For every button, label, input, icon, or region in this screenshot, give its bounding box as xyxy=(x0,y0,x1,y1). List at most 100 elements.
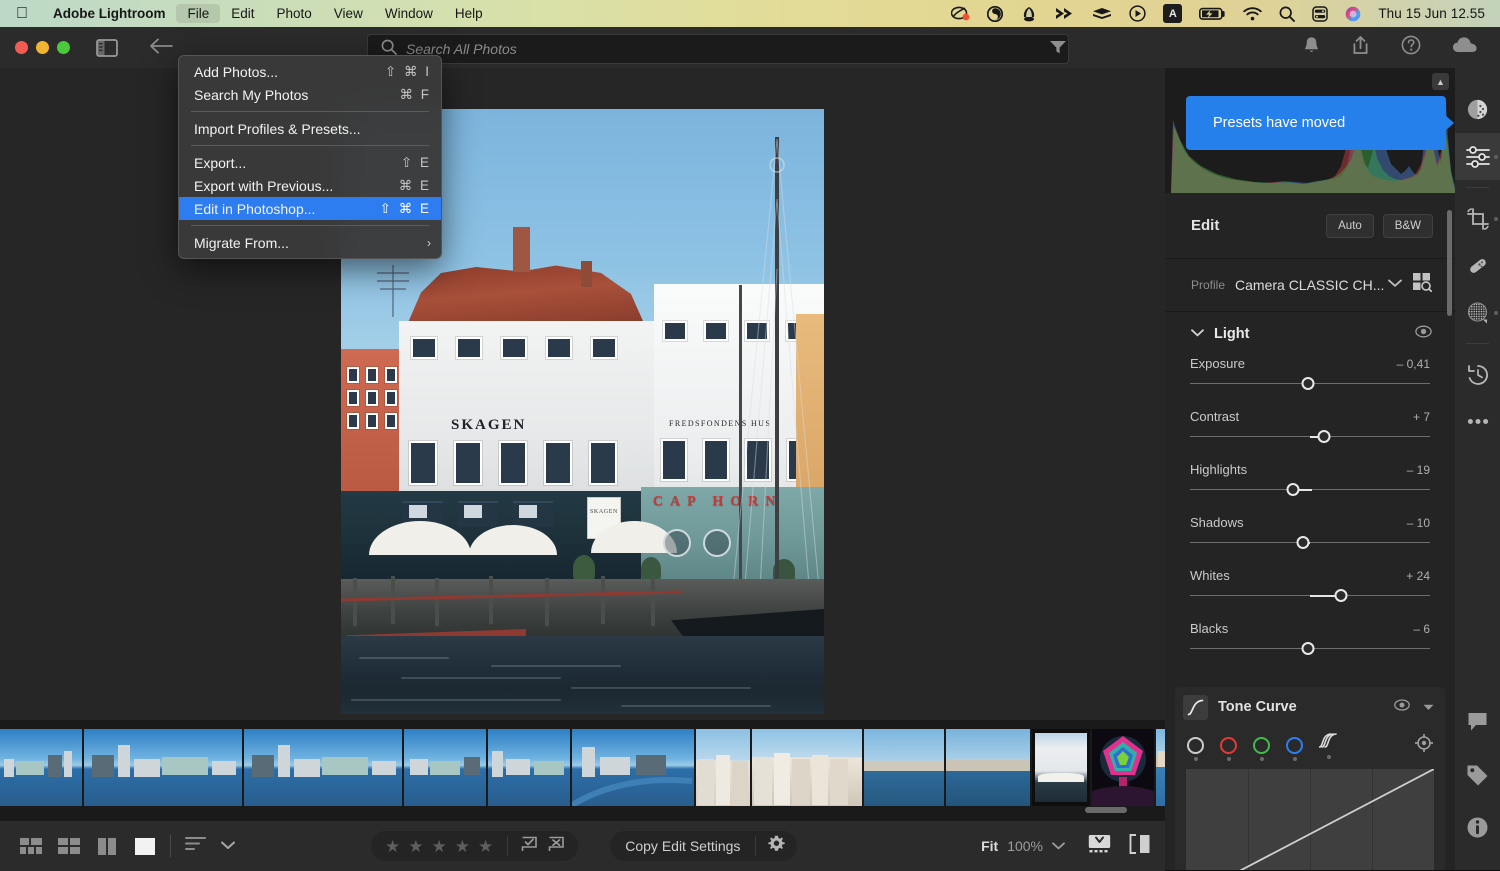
rating-stars[interactable]: ★ ★ ★ ★ ★ xyxy=(371,838,507,855)
slider-highlights[interactable]: Highlights– 19 xyxy=(1165,462,1455,496)
zoom-chevron-down-icon[interactable] xyxy=(1052,837,1065,855)
list-item[interactable] xyxy=(1156,729,1165,806)
alfred-icon[interactable]: A xyxy=(1163,4,1182,23)
sort-chevron-down-icon[interactable] xyxy=(221,837,235,855)
list-item[interactable] xyxy=(244,729,402,806)
before-after-icon[interactable] xyxy=(1129,834,1151,859)
slider-track[interactable] xyxy=(1190,536,1430,549)
menu-item-search-my-photos[interactable]: Search My Photos ⌘ F xyxy=(179,83,441,106)
slider-knob[interactable] xyxy=(1318,430,1331,443)
detail-view-icon[interactable] xyxy=(134,838,156,855)
menu-edit[interactable]: Edit xyxy=(220,4,265,23)
slider-contrast[interactable]: Contrast+ 7 xyxy=(1165,409,1455,443)
list-item[interactable] xyxy=(0,729,82,806)
crop-icon[interactable] xyxy=(1455,195,1500,242)
cloud-sync-icon[interactable] xyxy=(1452,36,1478,59)
profile-row[interactable]: Profile Camera CLASSIC CH... xyxy=(1165,258,1455,312)
visibility-eye-icon[interactable] xyxy=(1415,325,1432,343)
slider-knob[interactable] xyxy=(1335,589,1348,602)
close-button[interactable] xyxy=(15,41,28,54)
copy-edit-settings-button[interactable]: Copy Edit Settings xyxy=(610,838,755,854)
profile-chevron-down-icon[interactable] xyxy=(1388,279,1402,291)
filmstrip-scrollbar[interactable] xyxy=(1085,807,1127,813)
list-item[interactable] xyxy=(488,729,570,806)
bw-button[interactable]: B&W xyxy=(1383,214,1433,238)
siri-icon[interactable] xyxy=(1345,6,1361,22)
spotlight-search-icon[interactable] xyxy=(1279,6,1295,22)
dropbox-icon[interactable] xyxy=(987,6,1003,22)
minimize-button[interactable] xyxy=(36,41,49,54)
fastscripts-icon[interactable] xyxy=(1055,7,1075,20)
blue-channel-button[interactable] xyxy=(1286,737,1303,754)
slider-track[interactable] xyxy=(1190,430,1430,443)
file-menu-dropdown[interactable]: Add Photos... ⇧ ⌘ I Search My Photos ⌘ F… xyxy=(178,55,442,259)
profile-value[interactable]: Camera CLASSIC CH... xyxy=(1235,277,1384,293)
slider-track[interactable] xyxy=(1190,589,1430,602)
menu-window[interactable]: Window xyxy=(374,4,444,23)
auto-button[interactable]: Auto xyxy=(1326,214,1374,238)
list-item[interactable] xyxy=(1032,729,1090,806)
back-arrow-icon[interactable] xyxy=(148,37,174,59)
menu-app-name[interactable]: Adobe Lightroom xyxy=(42,4,176,23)
menu-bar-clock[interactable]: Thu 15 Jun 12.55 xyxy=(1378,6,1485,21)
help-icon[interactable] xyxy=(1401,35,1421,60)
collapse-histogram-button[interactable]: ▲ xyxy=(1432,73,1449,90)
red-channel-button[interactable] xyxy=(1220,737,1237,754)
list-item[interactable] xyxy=(404,729,486,806)
tone-curve-icon[interactable] xyxy=(1183,695,1208,720)
star-icon[interactable]: ★ xyxy=(385,838,400,855)
search-bar[interactable]: Search All Photos xyxy=(367,34,1069,64)
menu-item-import-profiles-presets[interactable]: Import Profiles & Presets... xyxy=(179,117,441,140)
list-item[interactable] xyxy=(84,729,242,806)
menu-item-add-photos[interactable]: Add Photos... ⇧ ⌘ I xyxy=(179,60,441,83)
apple-menu-icon[interactable]:  xyxy=(16,6,28,22)
star-icon[interactable]: ★ xyxy=(455,838,470,855)
presets-icon[interactable] xyxy=(1455,86,1500,133)
list-item[interactable] xyxy=(696,729,750,806)
slider-knob[interactable] xyxy=(1301,377,1314,390)
list-item[interactable] xyxy=(572,729,694,806)
slider-track[interactable] xyxy=(1190,642,1430,655)
tone-curve-header[interactable]: Tone Curve xyxy=(1175,687,1445,727)
flag-pick-icon[interactable] xyxy=(521,836,538,857)
filmstrip-toggle-icon[interactable] xyxy=(1088,834,1111,858)
slider-shadows[interactable]: Shadows– 10 xyxy=(1165,515,1455,549)
menu-photo[interactable]: Photo xyxy=(266,4,323,23)
maximize-button[interactable] xyxy=(57,41,70,54)
comments-icon[interactable] xyxy=(1455,698,1500,745)
rgb-channel-button[interactable] xyxy=(1187,737,1204,754)
tone-curve-graph[interactable] xyxy=(1186,769,1434,870)
panel-scrollbar[interactable] xyxy=(1447,210,1452,316)
star-icon[interactable]: ★ xyxy=(408,838,423,855)
menu-help[interactable]: Help xyxy=(444,4,494,23)
layers-icon[interactable] xyxy=(1092,7,1112,21)
slider-whites[interactable]: Whites+ 24 xyxy=(1165,568,1455,602)
chevron-down-icon[interactable] xyxy=(1423,698,1434,716)
target-adjust-icon[interactable] xyxy=(1415,734,1433,757)
menu-item-export-with-previous[interactable]: Export with Previous... ⌘ E xyxy=(179,174,441,197)
wifi-icon[interactable] xyxy=(1243,7,1262,21)
slider-knob[interactable] xyxy=(1301,642,1314,655)
star-icon[interactable]: ★ xyxy=(478,838,493,855)
menu-item-migrate-from[interactable]: Migrate From... › xyxy=(179,231,441,254)
light-section-header[interactable]: Light xyxy=(1165,311,1455,356)
slider-knob[interactable] xyxy=(1287,483,1300,496)
slider-knob[interactable] xyxy=(1296,536,1309,549)
list-item[interactable] xyxy=(946,729,1030,806)
menu-item-edit-in-photoshop[interactable]: Edit in Photoshop... ⇧ ⌘ E xyxy=(179,197,441,220)
battery-charging-icon[interactable] xyxy=(1199,7,1226,21)
keywords-tag-icon[interactable] xyxy=(1455,751,1500,798)
zoom-value[interactable]: 100% xyxy=(1007,838,1043,854)
gear-icon[interactable] xyxy=(756,835,797,857)
filmstrip[interactable] xyxy=(0,720,1165,820)
profile-browser-icon[interactable] xyxy=(1412,272,1432,297)
slider-track[interactable] xyxy=(1190,377,1430,390)
list-item[interactable] xyxy=(864,729,944,806)
photo-canvas[interactable]: SKAGEN FREDSFONDENS HUS CAP HOR xyxy=(0,68,1165,720)
notifications-bell-icon[interactable] xyxy=(1303,36,1320,60)
grid-view-icon[interactable] xyxy=(20,838,42,855)
masking-icon[interactable] xyxy=(1455,289,1500,336)
menu-view[interactable]: View xyxy=(323,4,374,23)
sort-icon[interactable] xyxy=(185,836,207,856)
compare-view-icon[interactable] xyxy=(96,838,118,855)
